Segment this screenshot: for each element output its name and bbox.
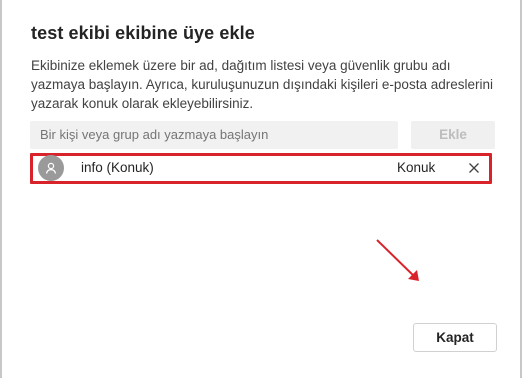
member-role: Konuk <box>397 160 436 175</box>
selected-member-chip: info (Konuk) Konuk <box>33 155 489 181</box>
arrow-icon <box>372 235 424 292</box>
dialog-description: Ekibinize eklemek üzere bir ad, dağıtım … <box>31 58 493 111</box>
member-name: info (Konuk) <box>81 160 154 175</box>
close-button[interactable]: Kapat <box>413 323 497 352</box>
add-member-dialog: test ekibi ekibine üye ekle Ekibinize ek… <box>2 0 520 378</box>
dialog-title: test ekibi ekibine üye ekle <box>31 23 255 43</box>
person-icon <box>38 155 64 181</box>
member-search-input[interactable] <box>30 121 398 149</box>
close-icon[interactable] <box>465 158 483 178</box>
add-button[interactable]: Ekle <box>411 121 495 149</box>
